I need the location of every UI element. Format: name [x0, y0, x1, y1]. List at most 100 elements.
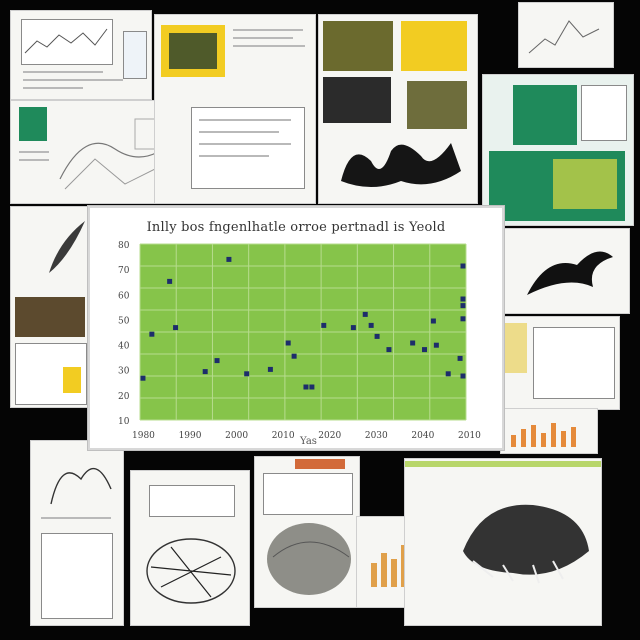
scatter-point: [362, 311, 368, 317]
text-line: [19, 151, 49, 153]
scatter-point: [214, 358, 220, 364]
scatter-point: [167, 278, 173, 284]
panel-bottom-documents: [30, 440, 124, 626]
text-line: [199, 119, 291, 121]
panel-far-top-right: [518, 2, 614, 68]
yellow-card-photo: [169, 33, 217, 69]
y-tick-label: 10: [118, 417, 130, 427]
scatter-point: [374, 333, 380, 339]
panel-left-stacked-pages: [10, 206, 90, 408]
scatter-point: [244, 371, 250, 377]
y-tick-label: 80: [118, 241, 130, 251]
y-tick-label: 30: [118, 367, 130, 377]
scatter-point: [460, 296, 466, 302]
scatter-point: [460, 316, 466, 322]
panel-right-lab-sheet: [502, 316, 620, 410]
scatter-point: [368, 322, 374, 328]
mini-bar-chart: [511, 423, 576, 447]
scatter-point: [386, 347, 392, 353]
green-slide-top: [513, 85, 577, 145]
text-line: [23, 71, 103, 73]
photo-moss: [15, 297, 85, 337]
x-axis-label: Yas: [300, 436, 317, 447]
x-tick-label: 2010: [458, 431, 481, 441]
scatter-point: [350, 325, 356, 331]
orange-tab: [295, 459, 345, 469]
side-note-box: [123, 31, 147, 79]
root-sketch: [146, 538, 236, 604]
text-line: [233, 29, 303, 31]
yellow-chip: [63, 367, 81, 393]
panel-right-black-bird: [502, 228, 630, 314]
x-tick-label: 1980: [132, 431, 155, 441]
scatter-point: [460, 303, 466, 309]
panel-bottom-fossil-sheet: [404, 458, 602, 626]
text-line: [199, 143, 291, 145]
white-slide: [581, 85, 627, 141]
scatter-point: [291, 353, 297, 359]
page-header: [263, 473, 353, 515]
text-line: [199, 155, 269, 157]
yellow-tab: [505, 323, 527, 373]
scatter-point: [202, 369, 208, 375]
lab-drawing: [533, 327, 615, 399]
y-tick-label: 50: [118, 316, 130, 326]
text-line: [233, 37, 293, 39]
scatter-point: [267, 366, 273, 372]
scatter-point: [460, 373, 466, 379]
y-tick-label: 70: [118, 266, 130, 276]
leaf-photo: [553, 159, 617, 209]
panel-right-bar-sheet: [500, 408, 598, 454]
mini-line-chart: [24, 28, 108, 54]
feather-sketch: [49, 221, 85, 273]
panel-top-left-document: [10, 10, 152, 100]
scatter-point: [457, 355, 463, 361]
scatter-point: [321, 322, 327, 328]
panel-bottom-sketch-sheet: [130, 470, 250, 626]
screen-thumb: [323, 77, 391, 123]
scatter-point: [309, 384, 315, 390]
text-line: [233, 45, 305, 47]
black-bird-silhouette: [527, 251, 613, 295]
green-strip: [405, 461, 601, 467]
panel-top-centre-document: [154, 14, 316, 204]
scatter-point: [285, 340, 291, 346]
mini-graph: [528, 20, 600, 54]
x-tick-label: 2010: [272, 431, 295, 441]
x-tick-label: 2000: [225, 431, 248, 441]
x-tick-label: 2030: [365, 431, 388, 441]
scatter-point: [173, 325, 179, 331]
scatter-point: [140, 375, 146, 381]
scatter-plot: 80706050403020101980 1990 2000 2010 2020 2030…: [118, 241, 481, 441]
scatter-point: [445, 371, 451, 377]
shell-sketch: [267, 523, 351, 595]
fossil-skull-sketch: [463, 504, 589, 584]
text-line: [23, 87, 83, 89]
text-line: [23, 79, 123, 81]
scatter-point: [460, 263, 466, 269]
x-tick-label: 2040: [411, 431, 434, 441]
header-box: [149, 485, 235, 517]
scatter-point: [149, 331, 155, 337]
black-plant-silhouette: [341, 143, 461, 187]
plant-line-sketch: [50, 467, 112, 505]
text-line: [41, 517, 111, 519]
thumb-green: [19, 107, 47, 141]
x-tick-label: 2020: [318, 431, 341, 441]
scatter-point: [410, 340, 416, 346]
y-tick-label: 60: [118, 291, 130, 301]
scatter-point: [226, 256, 232, 262]
scatter-point: [430, 318, 436, 324]
form-page: [41, 533, 113, 619]
photo-bark: [407, 81, 467, 129]
panel-top-right-images: [318, 14, 478, 204]
panel-right-green-slides: [482, 74, 634, 226]
yellow-block: [401, 21, 467, 71]
scatter-chart-card: Inlly bos fngenlhatle orroe pertnadl is …: [88, 206, 504, 450]
y-tick-label: 20: [118, 392, 130, 402]
scatter-point: [422, 347, 428, 353]
photo-leaf-top: [323, 21, 393, 71]
text-line: [199, 131, 279, 133]
panel-bottom-shell-sheet: [254, 456, 360, 608]
y-tick-label: 40: [118, 342, 130, 352]
